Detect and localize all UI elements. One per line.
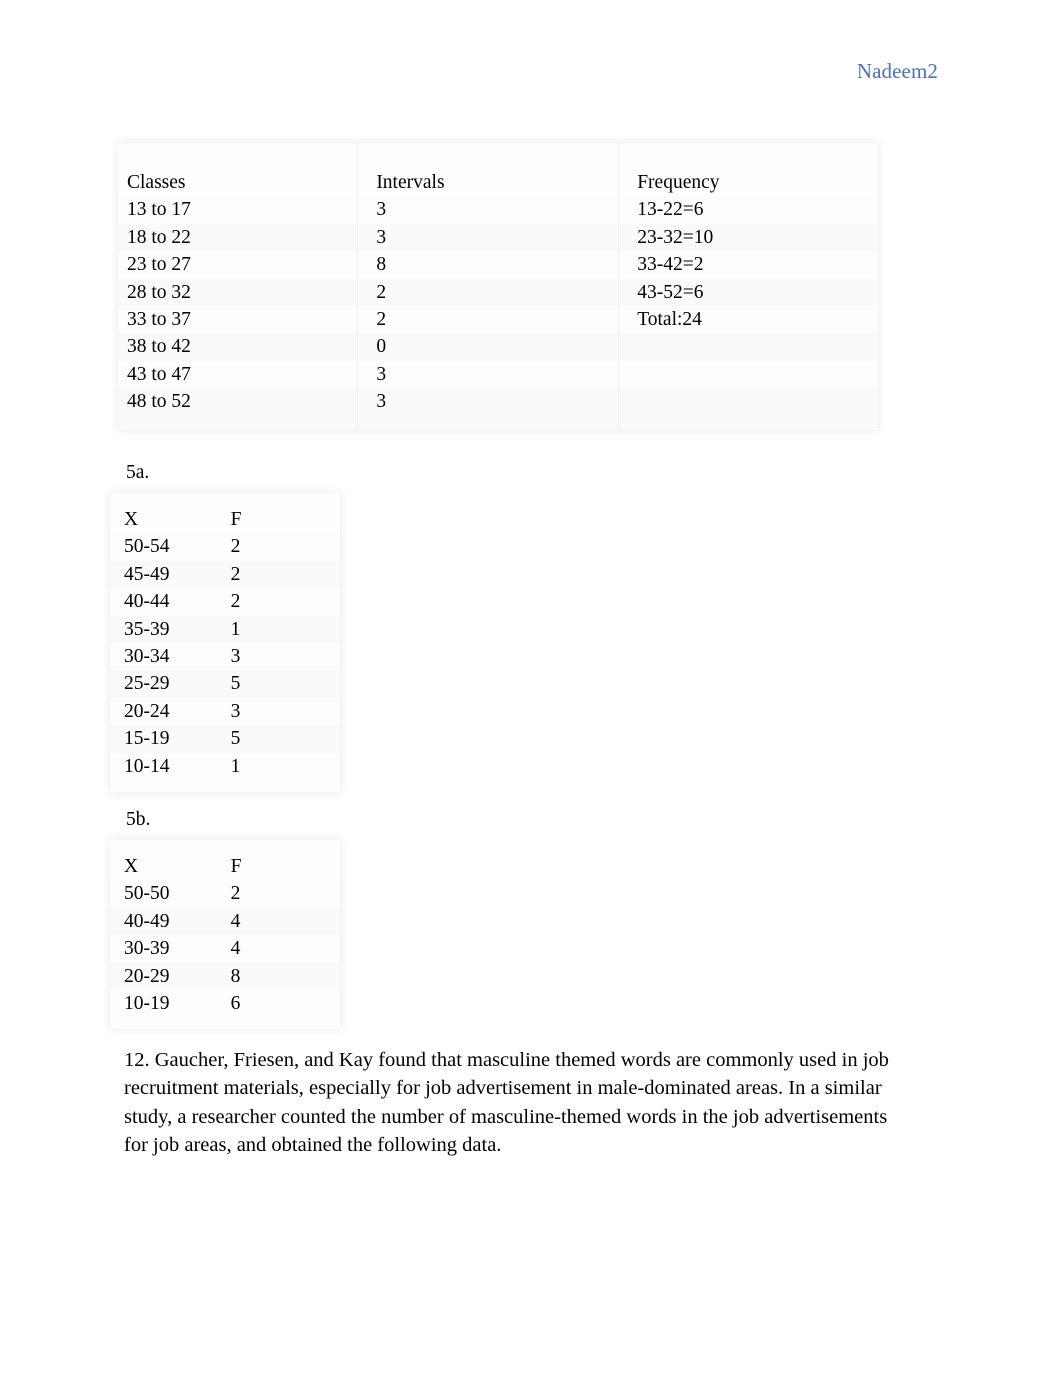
table-row: 38 to 42 0 [118,333,878,361]
cell-intervals: 3 [357,360,619,389]
table-row: 15-19 5 [110,725,340,752]
cell-frequency [618,333,878,361]
cell-f: 1 [230,618,241,640]
table-row: 40-49 4 [110,908,340,935]
cell-x: 15-19 [124,728,170,750]
table-row: 13 to 17 3 13-22=6 [118,196,878,224]
table-row: 30-39 4 [110,935,340,962]
cell-x: 50-54 [124,536,170,558]
table-row: 45-49 2 [110,561,340,588]
column-header-intervals: Intervals [357,143,619,197]
cell-x: 10-19 [124,993,170,1015]
classes-intervals-frequency-table: Classes Intervals Frequency 13 to 17 3 1… [118,143,878,430]
table-row: 50-50 2 [110,880,340,907]
column-header-x: X [124,856,139,877]
column-header-frequency: Frequency [618,143,878,197]
cell-frequency [618,388,878,430]
cell-frequency: 43-52=6 [618,278,878,307]
cell-intervals: 0 [357,333,619,361]
section-label-5b: 5b. [126,809,151,830]
column-header-classes: Classes [127,172,186,193]
table-row: 20-24 3 [110,698,340,725]
cell-intervals: 3 [357,223,619,252]
cell-f: 8 [230,965,241,987]
cell-intervals: 8 [357,251,619,279]
column-header-f: F [230,509,242,530]
cell-frequency: 23-32=10 [618,223,878,252]
table-body: X F 50-50 2 40-49 4 30-39 4 20-29 8 10-1… [110,840,340,1029]
cell-x: 45-49 [124,563,170,585]
table-row: 40-44 2 [110,588,340,615]
cell-f: 2 [230,536,241,558]
table-row: 43 to 47 3 [118,360,878,389]
column-header-f: F [230,856,242,877]
running-header: Nadeem2 [856,59,938,83]
cell-classes: 28 to 32 [127,281,191,303]
cell-f: 6 [230,993,241,1015]
cell-x: 20-29 [124,965,170,987]
cell-frequency: 33-42=2 [618,251,878,279]
cell-x: 50-50 [124,883,170,905]
table-row: 35-39 1 [110,616,340,643]
cell-intervals: 2 [357,306,619,334]
table-row: 48 to 52 3 [118,388,878,430]
table-row: 50-54 2 [110,533,340,560]
table-row: 20-29 8 [110,963,340,990]
cell-frequency: 13-22=6 [618,196,878,224]
cell-frequency: Total:24 [618,306,878,334]
cell-x: 30-34 [124,646,170,668]
table-row: 33 to 37 2 Total:24 [118,306,878,334]
cell-intervals: 3 [357,388,619,430]
cell-intervals: 3 [357,196,619,224]
cell-frequency [618,360,878,389]
cell-f: 2 [230,591,241,613]
cell-classes: 23 to 27 [127,254,191,276]
table-row: 18 to 22 3 23-32=10 [118,223,878,252]
cell-x: 10-14 [124,755,170,777]
cell-classes: 18 to 22 [127,226,191,248]
document-page: Nadeem2 Classes Intervals Frequency 13 t… [0,0,1062,1376]
cell-f: 5 [230,673,241,695]
table-header-row: X F [110,840,340,880]
cell-intervals: 2 [357,278,619,307]
column-header-x: X [124,509,139,530]
cell-classes: 13 to 17 [127,199,191,221]
cell-classes: 38 to 42 [127,336,191,358]
table-row: 10-14 1 [110,753,340,792]
table-header-row: Classes Intervals Frequency [118,143,878,197]
table-body: Classes Intervals Frequency 13 to 17 3 1… [118,143,878,430]
cell-x: 20-24 [124,700,170,722]
cell-f: 3 [230,646,241,668]
cell-classes: 48 to 52 [127,391,191,413]
table-body: X F 50-54 2 45-49 2 40-44 2 35-39 1 30-3… [110,493,340,792]
cell-x: 35-39 [124,618,170,640]
table-row: 25-29 5 [110,670,340,697]
cell-f: 2 [230,883,241,905]
body-paragraph-12: 12. Gaucher, Friesen, and Kay found that… [124,1049,889,1157]
cell-f: 4 [230,910,241,932]
cell-f: 2 [230,563,241,585]
cell-classes: 43 to 47 [127,363,191,385]
section-label-5a: 5a. [126,462,150,483]
table-header-row: X F [110,493,340,533]
cell-x: 25-29 [124,673,170,695]
cell-f: 3 [230,700,241,722]
table-row: 28 to 32 2 43-52=6 [118,278,878,307]
cell-x: 30-39 [124,938,170,960]
cell-x: 40-49 [124,910,170,932]
table-row: 23 to 27 8 33-42=2 [118,251,878,279]
frequency-table-5a: X F 50-54 2 45-49 2 40-44 2 35-39 1 30-3… [110,493,340,793]
cell-f: 5 [230,728,241,750]
frequency-table-5b: X F 50-50 2 40-49 4 30-39 4 20-29 8 10-1… [110,840,340,1030]
table-row: 30-34 3 [110,643,340,670]
table-row: 10-19 6 [110,990,340,1029]
cell-classes: 33 to 37 [127,309,191,331]
cell-f: 4 [230,938,241,960]
cell-x: 40-44 [124,591,170,613]
cell-f: 1 [230,755,241,777]
